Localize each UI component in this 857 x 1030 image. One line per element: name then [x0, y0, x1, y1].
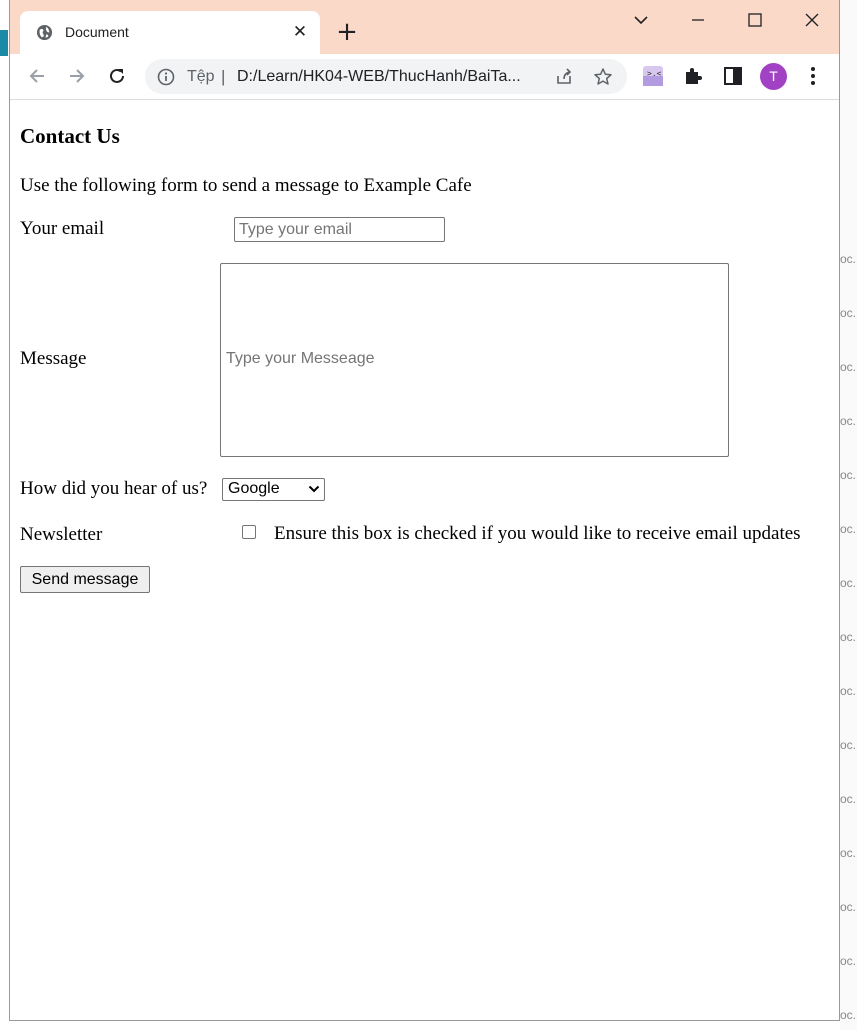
hear-label: How did you hear of us? [20, 478, 208, 499]
extensions-puzzle-icon[interactable] [682, 65, 704, 87]
close-tab-icon[interactable]: ✕ [290, 22, 310, 42]
more-menu-icon[interactable] [807, 65, 819, 87]
close-window-icon[interactable] [800, 8, 824, 32]
share-icon[interactable] [554, 67, 574, 87]
tab-document[interactable]: Document ✕ [20, 11, 320, 54]
newsletter-description: Ensure this box is checked if you would … [274, 523, 801, 544]
info-icon[interactable] [157, 68, 175, 86]
background-list-item: oc... [840, 900, 857, 914]
message-placeholder: Type your Messeage [226, 350, 375, 367]
message-label: Message [20, 348, 87, 369]
tab-title: Document [65, 24, 129, 40]
background-list-item: oc... [840, 954, 857, 968]
address-bar[interactable]: Tệp | D:/Learn/HK04-WEB/ThucHanh/BaiTa..… [145, 59, 627, 94]
browser-toolbar: Tệp | D:/Learn/HK04-WEB/ThucHanh/BaiTa..… [10, 54, 839, 100]
background-list-item: oc... [840, 630, 857, 644]
minimize-icon[interactable] [686, 8, 710, 32]
background-list-item: oc... [840, 360, 857, 374]
background-list-item: oc... [840, 792, 857, 806]
background-list-item: oc... [840, 576, 857, 590]
email-label: Your email [20, 218, 105, 239]
svg-text:>.<: >.< [647, 69, 662, 78]
address-separator: | [221, 67, 226, 86]
background-list-item: oc... [840, 306, 857, 320]
message-textarea[interactable]: Type your Messeage [220, 263, 729, 457]
maximize-icon[interactable] [743, 8, 767, 32]
page-content: Contact Us Use the following form to sen… [10, 100, 839, 1021]
background-list-item: oc... [840, 1008, 857, 1022]
address-scheme: Tệp [187, 68, 215, 85]
reload-icon[interactable] [106, 65, 128, 87]
title-bar: Document ✕ + [10, 0, 839, 54]
desktop-edge [0, 30, 8, 56]
globe-icon [36, 24, 53, 41]
back-arrow-icon[interactable] [26, 65, 48, 87]
background-window-edge: oc... oc... oc... oc... oc... oc... oc... oc...… [840, 0, 857, 1030]
email-field[interactable] [234, 217, 445, 242]
browser-window: Document ✕ + Tệp | D:/Learn/HK04-WEB/Thu… [9, 0, 840, 1021]
background-list-item: oc... [840, 846, 857, 860]
forward-arrow-icon[interactable] [66, 65, 88, 87]
newsletter-checkbox[interactable] [242, 525, 256, 539]
hear-select[interactable]: Google [222, 478, 325, 501]
background-list-item: oc... [840, 738, 857, 752]
profile-avatar[interactable]: T [760, 63, 787, 90]
tab-search-icon[interactable] [629, 8, 653, 32]
new-tab-button[interactable]: + [335, 19, 359, 45]
background-list-item: oc... [840, 522, 857, 536]
send-message-button[interactable]: Send message [20, 566, 150, 593]
background-list-item: oc... [840, 684, 857, 698]
background-list-item: oc... [840, 414, 857, 428]
address-url[interactable]: D:/Learn/HK04-WEB/ThucHanh/BaiTa... [237, 68, 549, 86]
intro-text: Use the following form to send a message… [20, 175, 472, 196]
background-list-item: oc... [840, 252, 857, 266]
background-list-item: oc... [840, 468, 857, 482]
side-panel-icon[interactable] [722, 65, 744, 87]
hear-select-value: Google [228, 480, 280, 497]
chevron-down-icon [308, 485, 320, 493]
bookmark-star-icon[interactable] [593, 67, 613, 87]
extension-face-icon[interactable]: >.< [642, 65, 664, 87]
page-heading: Contact Us [20, 124, 120, 148]
newsletter-label: Newsletter [20, 524, 103, 545]
